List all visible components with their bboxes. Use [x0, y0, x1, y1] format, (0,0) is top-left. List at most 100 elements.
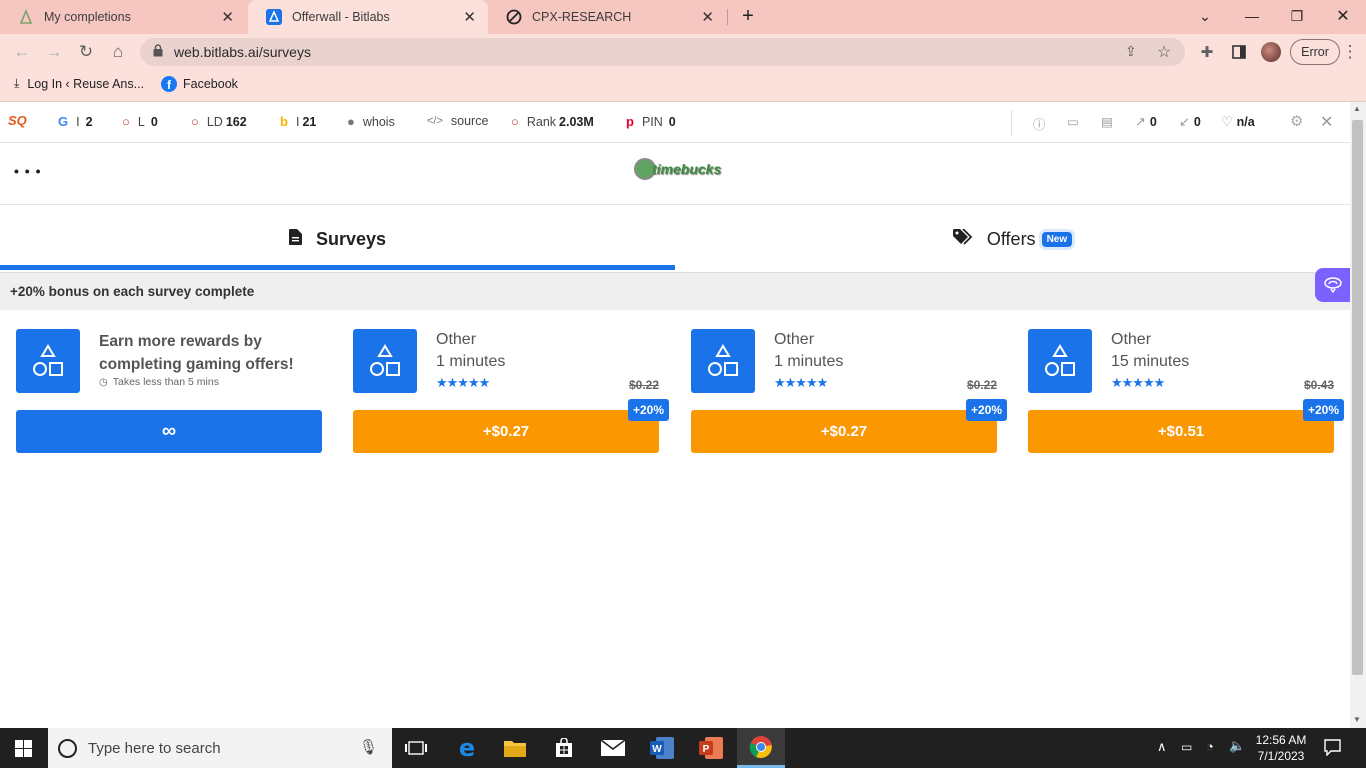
monitor-icon[interactable]: ▭	[1067, 114, 1079, 129]
menu-dots-icon[interactable]: • • •	[14, 163, 41, 179]
internal-link-icon: ↙	[1179, 114, 1190, 129]
microsoft-store-icon[interactable]	[541, 728, 587, 768]
document-icon[interactable]: ▤	[1101, 114, 1113, 129]
browser-tab-bitlabs[interactable]: Offerwall - Bitlabs ✕	[248, 0, 488, 34]
seo-google-index[interactable]: G I2	[58, 114, 93, 129]
gaming-offers-promo-card: Earn more rewards by completing gaming o…	[16, 329, 322, 453]
bookmark-star-icon[interactable]: ☆	[1157, 42, 1171, 62]
file-explorer-icon[interactable]	[492, 728, 538, 768]
survey-card: Other 1 minutes ★★★★★ $0.22 +$0.27 +20%	[353, 329, 669, 453]
start-survey-button[interactable]: +$0.51	[1028, 410, 1334, 453]
seo-bing-index[interactable]: b I 21	[280, 114, 316, 129]
seo-internal-links[interactable]: ↙ 0	[1179, 114, 1201, 130]
restore-icon[interactable]: ❐	[1283, 4, 1311, 28]
external-link-icon: ↗	[1135, 114, 1146, 129]
seo-divider	[1011, 110, 1012, 136]
browser-toolbar: ← → ↻ ⌂ web.bitlabs.ai/surveys ⇪ ☆ ✚ Err…	[0, 34, 1366, 70]
microphone-icon[interactable]: 🎙	[359, 738, 378, 756]
browser-tab-my-completions[interactable]: My completions ✕	[0, 0, 246, 34]
volume-icon[interactable]: 🔈	[1229, 738, 1245, 754]
scroll-up-arrow-icon[interactable]: ▲	[1353, 104, 1361, 113]
profile-error-button[interactable]: Error	[1290, 39, 1340, 65]
seo-source[interactable]: </> source	[427, 114, 488, 128]
forward-arrow-icon[interactable]: →	[40, 38, 68, 66]
survey-shapes-icon	[353, 329, 417, 393]
show-hidden-icons-chevron-icon[interactable]: ∧	[1157, 739, 1167, 755]
seo-whois[interactable]: ● whois	[347, 114, 395, 129]
network-icon[interactable]: ◔	[1206, 739, 1214, 754]
bonus-badge: +20%	[627, 399, 669, 421]
more-menu-icon[interactable]: ⋮	[1336, 38, 1364, 66]
minimize-icon[interactable]: —	[1238, 4, 1266, 28]
tab-search-chevron-icon[interactable]: ⌄	[1191, 4, 1219, 28]
start-survey-button[interactable]: +$0.27	[353, 410, 659, 453]
survey-info: Other 1 minutes	[436, 329, 505, 373]
seo-pinterest[interactable]: p PIN 0	[626, 114, 676, 129]
info-icon[interactable]: ⓘ	[1033, 114, 1046, 133]
new-tab-plus-icon[interactable]: +	[734, 4, 762, 28]
seo-health[interactable]: ♡ n/a	[1221, 114, 1255, 130]
word-icon[interactable]: W	[639, 728, 685, 768]
original-price: $0.22	[628, 378, 659, 392]
seo-close-icon[interactable]: ✕	[1320, 112, 1333, 132]
rating-stars-icon: ★★★★★	[1111, 375, 1165, 390]
survey-info: Other 1 minutes	[774, 329, 843, 373]
seo-linking-domains[interactable]: ○ LD 162	[191, 114, 247, 129]
browser-tab-cpx[interactable]: CPX-RESEARCH ✕	[488, 0, 726, 34]
support-chat-icon[interactable]	[1315, 268, 1350, 302]
close-window-icon[interactable]: ✕	[1329, 4, 1357, 28]
scroll-down-arrow-icon[interactable]: ▼	[1353, 715, 1361, 724]
survey-shapes-icon	[691, 329, 755, 393]
side-panel-icon[interactable]	[1225, 38, 1253, 66]
home-icon[interactable]: ⌂	[104, 38, 132, 66]
seo-links[interactable]: ○ L0	[122, 114, 158, 129]
bitlabs-offerwall: • • • timebucks Surveys Offers New +20% …	[0, 143, 1350, 728]
search-circle-icon	[58, 738, 77, 758]
offerwall-tabs: Surveys Offers New	[0, 205, 1350, 273]
timebucks-logo: timebucks	[634, 158, 721, 180]
bonus-badge: +20%	[1302, 399, 1344, 421]
tab-close-icon[interactable]: ✕	[701, 8, 714, 26]
svg-text:P: P	[703, 744, 710, 755]
address-bar[interactable]: web.bitlabs.ai/surveys ⇪ ☆	[140, 38, 1185, 66]
survey-category: Other	[1111, 331, 1152, 348]
share-icon[interactable]: ⇪	[1125, 43, 1137, 60]
rating-stars-icon: ★★★★★	[774, 375, 828, 390]
scrollbar-thumb[interactable]	[1352, 120, 1363, 675]
survey-card: Other 15 minutes ★★★★★ $0.43 +$0.51 +20%	[1028, 329, 1344, 453]
battery-icon[interactable]: ▭	[1181, 740, 1192, 754]
extensions-puzzle-icon[interactable]: ✚	[1193, 38, 1221, 66]
seoquake-logo-icon[interactable]: SQ	[8, 113, 27, 128]
edge-browser-icon[interactable]: e	[444, 728, 490, 768]
tab-offers[interactable]: Offers New	[675, 205, 1350, 273]
start-survey-button[interactable]: +$0.27	[691, 410, 997, 453]
chrome-taskbar-icon[interactable]	[737, 728, 785, 768]
notifications-icon[interactable]	[1324, 739, 1341, 759]
mail-icon[interactable]	[590, 728, 636, 768]
task-view-icon[interactable]	[393, 728, 439, 768]
tab-surveys[interactable]: Surveys	[0, 205, 675, 273]
gaming-offers-button[interactable]: ∞	[16, 410, 322, 453]
powerpoint-icon[interactable]: P	[688, 728, 734, 768]
bookmark-facebook[interactable]: f Facebook	[161, 76, 238, 92]
code-icon: </>	[427, 115, 443, 127]
reload-icon[interactable]: ↻	[72, 38, 100, 66]
settings-gear-icon[interactable]: ⚙	[1290, 112, 1303, 130]
windows-start-icon[interactable]	[0, 728, 46, 768]
profile-avatar[interactable]	[1257, 38, 1285, 66]
seo-toolbar: SQ G I2 ○ L0 ○ LD 162 b I 21 ● whois </> s…	[0, 102, 1350, 143]
seo-external-links[interactable]: ↗ 0	[1135, 114, 1157, 130]
taskbar-search-box[interactable]: Type here to search 🎙	[48, 728, 392, 768]
taskbar-clock[interactable]: 12:56 AM 7/1/2023	[1249, 732, 1313, 764]
lock-icon[interactable]	[153, 44, 163, 60]
tab-close-icon[interactable]: ✕	[221, 8, 234, 26]
clock-date: 7/1/2023	[1257, 749, 1305, 763]
tab-close-icon[interactable]: ✕	[463, 8, 476, 26]
seo-rank[interactable]: ○ Rank 2.03M	[511, 114, 594, 129]
back-arrow-icon[interactable]: ←	[8, 38, 36, 66]
person-icon: ●	[347, 114, 355, 129]
bitlabs-favicon-icon	[266, 9, 282, 25]
bookmark-arrow-icon: ⤓	[14, 76, 20, 90]
survey-card: Other 1 minutes ★★★★★ $0.22 +$0.27 +20%	[691, 329, 1007, 453]
bookmark-reuse-answers[interactable]: ⤓ Log In ‹ Reuse Ans...	[14, 76, 144, 91]
